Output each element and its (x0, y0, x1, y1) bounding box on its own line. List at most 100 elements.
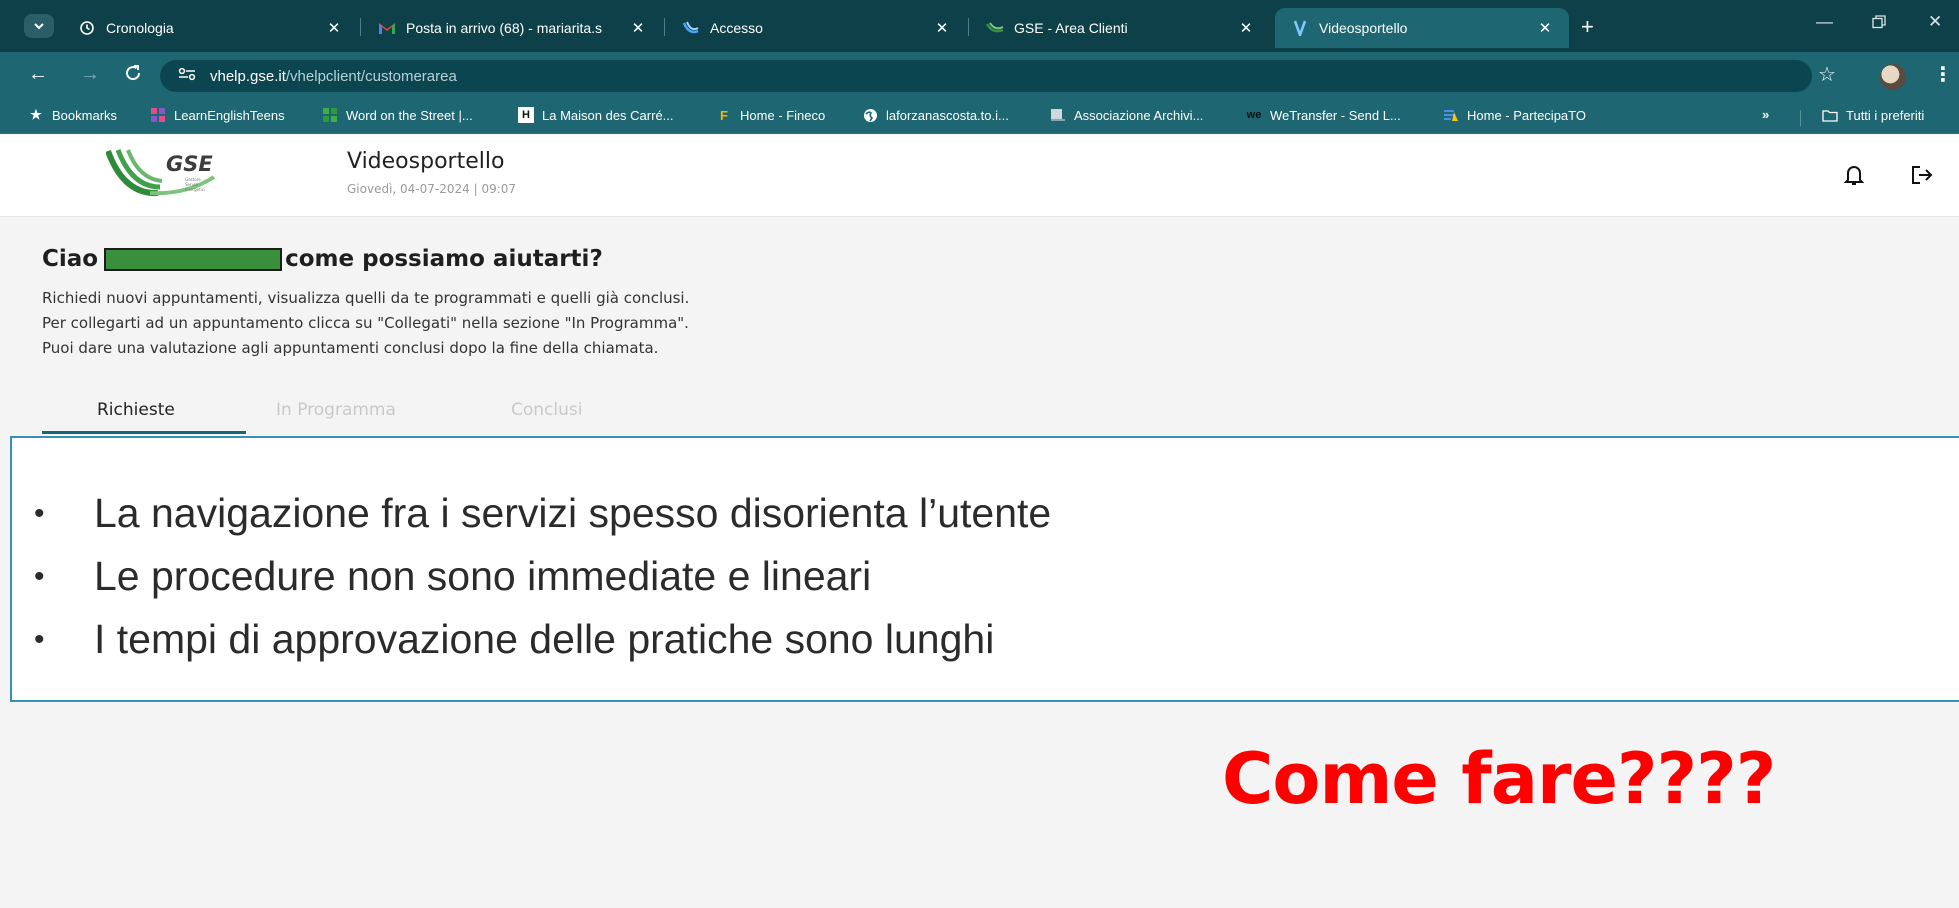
current-date: Giovedì, 04-07-2024 | 09:07 (347, 182, 517, 196)
tab-separator (360, 18, 361, 36)
history-icon (78, 19, 96, 37)
tab-title: Cronologia (106, 20, 174, 36)
tab-gmail[interactable]: Posta in arrivo (68) - mariarita.s ✕ (362, 8, 662, 48)
gse-favicon (986, 19, 1004, 37)
bookmark-label: Word on the Street |... (346, 107, 473, 123)
bookmarks-bar: ★ Bookmarks LearnEnglishTeens Word on th… (0, 100, 1959, 134)
url-bar[interactable]: vhelp.gse.it/vhelpclient/customerarea (160, 60, 1812, 92)
bookmark-label: laforzanascosta.to.i... (886, 107, 1009, 123)
tab-in-programma[interactable]: In Programma (276, 400, 396, 420)
tab-title: Posta in arrivo (68) - mariarita.s (406, 20, 603, 36)
bullet-icon: • (34, 622, 45, 656)
bookmark-label: Home - Fineco (740, 107, 826, 123)
reload-icon[interactable] (124, 64, 142, 88)
videosportello-favicon (1291, 19, 1309, 37)
issue-bullet: • Le procedure non sono immediate e linea… (34, 545, 1051, 608)
site-info-icon[interactable] (178, 67, 196, 85)
greeting-prefix: Ciao (42, 246, 99, 272)
gse-favicon (682, 19, 700, 37)
issue-text: La navigazione fra i servizi spesso diso… (94, 490, 1052, 536)
bookmarks-overflow-button[interactable]: » (1762, 107, 1769, 122)
tab-separator (968, 18, 969, 36)
bookmark-star-icon[interactable]: ☆ (1818, 62, 1836, 86)
bookmark-label: Bookmarks (52, 107, 118, 123)
tab-gse-area-clienti[interactable]: GSE - Area Clienti ✕ (970, 8, 1270, 48)
issue-text: I tempi di approvazione delle pratiche s… (94, 616, 995, 662)
logout-icon[interactable] (1906, 159, 1938, 191)
bookmarks-separator (1800, 110, 1801, 126)
bookmark-item[interactable]: Associazione Archivi... (1050, 107, 1203, 123)
tab-cronologia[interactable]: Cronologia ✕ (62, 8, 358, 48)
maison-favicon: H (518, 107, 534, 123)
close-icon[interactable]: ✕ (1236, 19, 1256, 37)
headline-question: Come fare???? (1222, 738, 1776, 820)
close-icon[interactable]: ✕ (628, 19, 648, 37)
bookmark-item[interactable]: H La Maison des Carré... (518, 107, 674, 123)
tab-accesso[interactable]: Accesso ✕ (666, 8, 966, 48)
greeting-suffix: come possiamo aiutarti? (285, 246, 603, 272)
learnenglish-favicon (150, 107, 166, 123)
close-icon[interactable]: ✕ (932, 19, 952, 37)
tab-title: Videosportello (1319, 20, 1408, 36)
new-tab-icon[interactable]: + (1581, 14, 1594, 40)
url-host: vhelp.gse.it (210, 67, 286, 85)
url-path: /vhelpclient/customerarea (285, 67, 457, 85)
issue-text: Le procedure non sono immediate e linear… (94, 553, 872, 599)
app-header: GSE Gestore Servizi Energetici Videospor… (0, 135, 1959, 217)
bookmark-item[interactable]: laforzanascosta.to.i... (862, 107, 1009, 123)
bookmark-item[interactable]: Word on the Street |... (322, 107, 473, 123)
intro-line: Per collegarti ad un appuntamento clicca… (42, 314, 689, 332)
bookmark-item[interactable]: LearnEnglishTeens (150, 107, 285, 123)
tab-richieste[interactable]: Richieste (97, 400, 175, 420)
profile-avatar[interactable] (1880, 64, 1906, 90)
all-bookmarks-folder[interactable]: Tutti i preferiti (1822, 107, 1924, 123)
forward-icon[interactable]: → (80, 63, 100, 86)
page-title: Videosportello (347, 149, 505, 174)
minimize-icon[interactable]: — (1816, 12, 1833, 32)
svg-text:Energetici: Energetici (185, 187, 205, 192)
restore-icon[interactable] (1872, 14, 1886, 34)
menu-kebab-icon[interactable]: ⋮ (1933, 62, 1953, 86)
bookmark-item[interactable]: ★ Bookmarks (28, 107, 117, 123)
screenshot: Cronologia ✕ Posta in arrivo (68) - mari… (0, 0, 1959, 908)
learnenglish-favicon (322, 107, 338, 123)
bookmark-item[interactable]: we WeTransfer - Send L... (1246, 107, 1401, 123)
tab-search-button[interactable] (24, 14, 54, 38)
tab-separator (664, 18, 665, 36)
close-icon[interactable]: ✕ (1535, 19, 1555, 37)
issues-list: • La navigazione fra i servizi spesso dis… (34, 482, 1051, 671)
bookmark-item[interactable]: Home - PartecipaTO (1443, 107, 1586, 123)
tab-videosportello[interactable]: Videosportello ✕ (1275, 8, 1569, 48)
back-icon[interactable]: ← (28, 63, 48, 86)
intro-text: Richiedi nuovi appuntamenti, visualizza … (42, 286, 689, 361)
window-close-icon[interactable]: ✕ (1928, 12, 1942, 32)
greeting-heading: Ciao come possiamo aiutarti? (42, 246, 603, 272)
redacted-username (104, 247, 283, 271)
wetransfer-favicon: we (1246, 109, 1262, 121)
partecipato-favicon (1443, 107, 1459, 123)
bell-icon[interactable] (1838, 159, 1870, 191)
bookmark-item[interactable]: F Home - Fineco (716, 107, 825, 123)
issue-bullet: • I tempi di approvazione delle pratiche … (34, 608, 1051, 671)
intro-line: Puoi dare una valutazione agli appuntame… (42, 339, 659, 357)
bullet-icon: • (34, 559, 45, 593)
close-icon[interactable]: ✕ (324, 19, 344, 37)
bullet-icon: • (34, 496, 45, 530)
browser-tab-strip: Cronologia ✕ Posta in arrivo (68) - mari… (0, 0, 1959, 52)
bookmark-label: Associazione Archivi... (1074, 107, 1204, 123)
active-tab-indicator (42, 431, 246, 434)
bookmark-label: La Maison des Carré... (542, 107, 674, 123)
bookmark-label: Home - PartecipaTO (1467, 107, 1586, 123)
gmail-icon (378, 19, 396, 37)
globe-icon (862, 107, 878, 123)
tab-title: Accesso (710, 20, 763, 36)
bookmark-label: Tutti i preferiti (1846, 107, 1925, 123)
browser-toolbar: ← → vhelp.gse.it/vhelpclient/customerare… (0, 52, 1959, 100)
star-icon: ★ (30, 107, 42, 122)
gse-logo[interactable]: GSE Gestore Servizi Energetici (105, 147, 226, 201)
bookmark-label: WeTransfer - Send L... (1270, 107, 1401, 123)
callout-box: • La navigazione fra i servizi spesso dis… (10, 436, 1959, 702)
bookmark-label: LearnEnglishTeens (174, 107, 285, 123)
folder-icon (1822, 107, 1838, 123)
tab-conclusi[interactable]: Conclusi (511, 400, 582, 420)
